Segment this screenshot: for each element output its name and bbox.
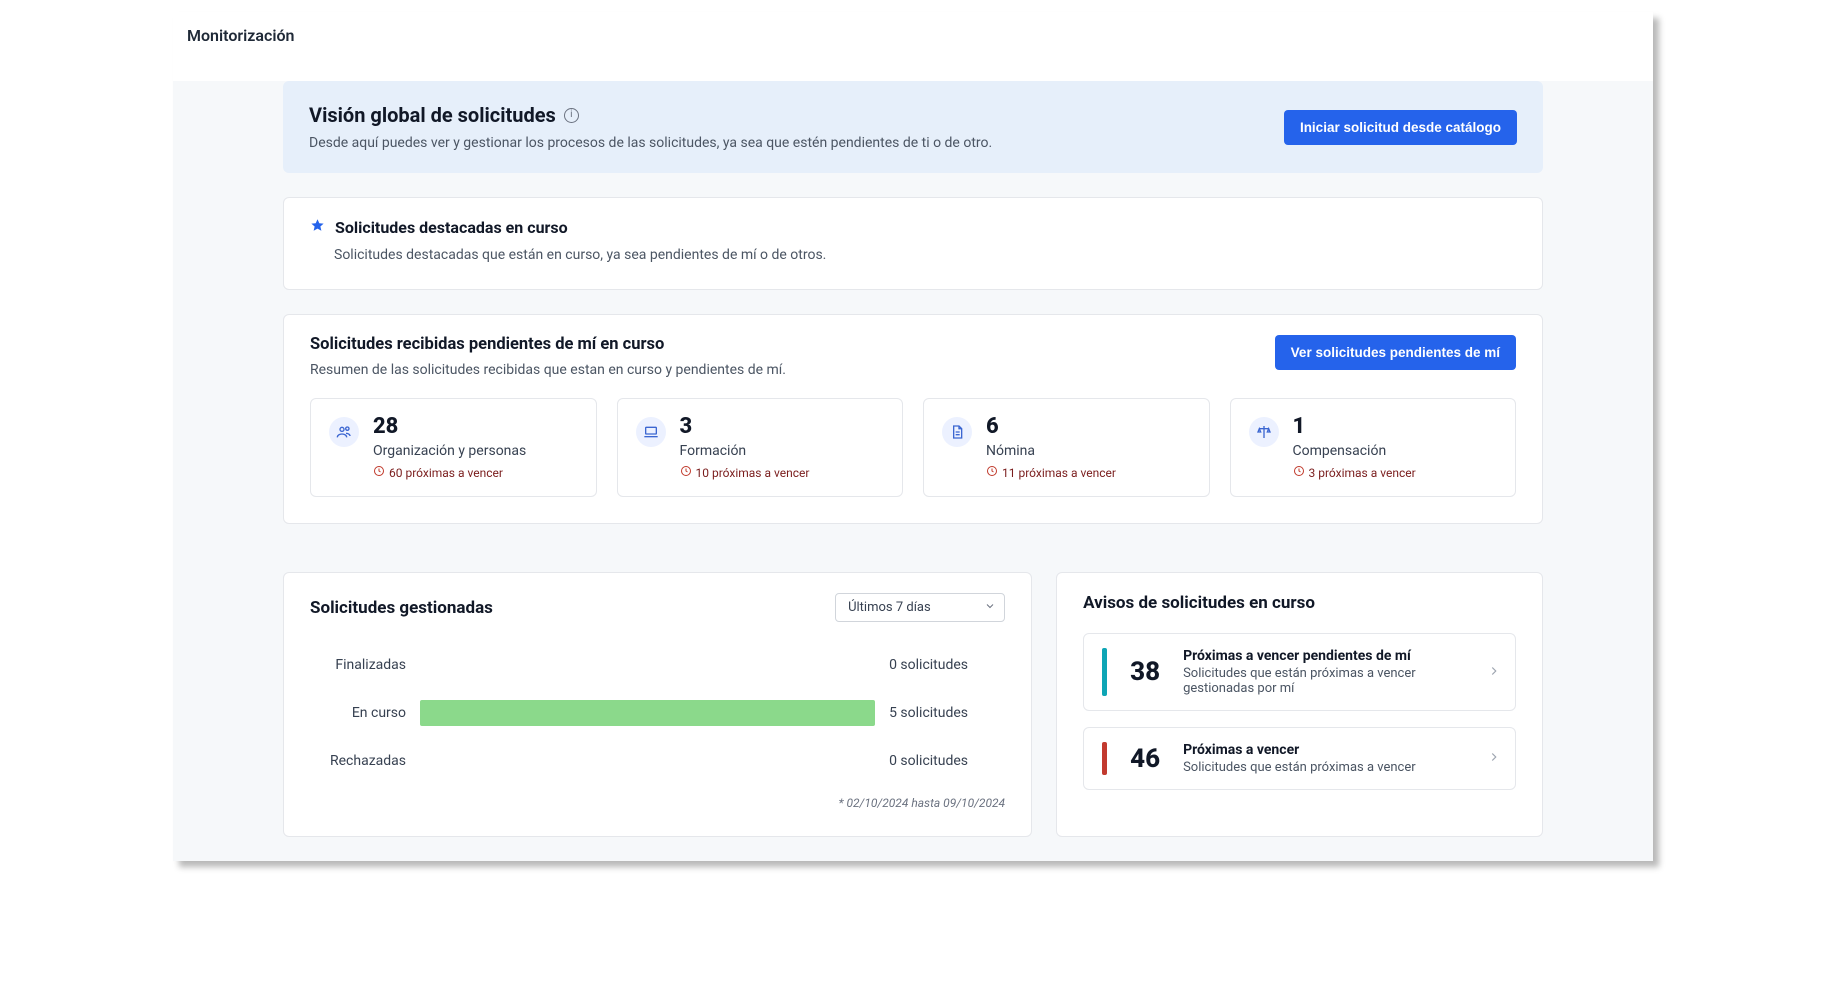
chevron-right-icon [1487, 663, 1501, 682]
managed-requests-card: Solicitudes gestionadas Últimos 7 días F… [283, 572, 1032, 837]
tile-warning-text: 60 próximas a vencer [389, 466, 503, 480]
tile-count: 28 [373, 415, 526, 439]
chevron-right-icon [1487, 749, 1501, 768]
banner-desc: Desde aquí puedes ver y gestionar los pr… [309, 135, 1284, 151]
people-icon [329, 417, 359, 447]
notice-accent-bar [1102, 648, 1107, 696]
view-pending-of-me-button[interactable]: Ver solicitudes pendientes de mí [1275, 335, 1516, 370]
bar-track [420, 748, 875, 774]
page-title: Monitorización [173, 12, 1653, 61]
chevron-down-icon [984, 600, 996, 616]
doc-icon [942, 417, 972, 447]
notice-item[interactable]: 46 Próximas a vencer Solicitudes que están… [1083, 727, 1516, 790]
featured-requests-card: Solicitudes destacadas en curso Solicitu… [283, 197, 1543, 290]
bar-row: Finalizadas 0 solicitudes [316, 652, 999, 678]
laptop-icon [636, 417, 666, 447]
bar-row: En curso 5 solicitudes [316, 700, 999, 726]
start-request-from-catalog-button[interactable]: Iniciar solicitud desde catálogo [1284, 110, 1517, 145]
balance-icon [1249, 417, 1279, 447]
tile-warning: 10 próximas a vencer [680, 465, 810, 480]
featured-title: Solicitudes destacadas en curso [335, 218, 568, 237]
bar-value: 5 solicitudes [889, 705, 999, 721]
clock-icon [373, 465, 385, 480]
notice-desc: Solicitudes que están próximas a vencer [1183, 760, 1471, 775]
star-icon [310, 218, 325, 237]
notice-title: Próximas a vencer [1183, 742, 1471, 758]
date-range-value: Últimos 7 días [848, 600, 931, 615]
bar-row: Rechazadas 0 solicitudes [316, 748, 999, 774]
tile-count: 6 [986, 415, 1116, 439]
notice-desc: Solicitudes que están próximas a vencer … [1183, 666, 1471, 696]
notice-accent-bar [1102, 742, 1107, 775]
clock-icon [986, 465, 998, 480]
bar-label: En curso [316, 705, 406, 721]
bar-label: Finalizadas [316, 657, 406, 673]
banner-title: Visión global de solicitudes [309, 103, 556, 127]
pending-tile[interactable]: 1 Compensación 3 próximas a vencer [1230, 398, 1517, 497]
managed-title: Solicitudes gestionadas [310, 598, 493, 618]
bar-track [420, 652, 875, 678]
chart-footnote: * 02/10/2024 hasta 09/10/2024 [310, 796, 1005, 810]
clock-icon [1293, 465, 1305, 480]
pending-tile[interactable]: 28 Organización y personas 60 próximas a v… [310, 398, 597, 497]
clock-icon [680, 465, 692, 480]
tile-label: Formación [680, 443, 810, 459]
bar-track [420, 700, 875, 726]
tile-label: Compensación [1293, 443, 1416, 459]
tile-warning-text: 10 próximas a vencer [696, 466, 810, 480]
pending-of-me-card: Solicitudes recibidas pendientes de mí e… [283, 314, 1543, 524]
bar-value: 0 solicitudes [889, 657, 999, 673]
bar-value: 0 solicitudes [889, 753, 999, 769]
pending-tile[interactable]: 6 Nómina 11 próximas a vencer [923, 398, 1210, 497]
bar-label: Rechazadas [316, 753, 406, 769]
tile-count: 3 [680, 415, 810, 439]
notice-title: Próximas a vencer pendientes de mí [1183, 648, 1471, 664]
notice-item[interactable]: 38 Próximas a vencer pendientes de mí Soli… [1083, 633, 1516, 711]
tile-warning: 60 próximas a vencer [373, 465, 526, 480]
notices-card: Avisos de solicitudes en curso 38 Próxima… [1056, 572, 1543, 837]
global-overview-banner: Visión global de solicitudes i Desde aqu… [283, 81, 1543, 173]
tile-count: 1 [1293, 415, 1416, 439]
tile-warning-text: 3 próximas a vencer [1309, 466, 1416, 480]
date-range-select[interactable]: Últimos 7 días [835, 593, 1005, 622]
pending-desc: Resumen de las solicitudes recibidas que… [310, 362, 786, 378]
tile-warning: 11 próximas a vencer [986, 465, 1116, 480]
tile-label: Organización y personas [373, 443, 526, 459]
tile-warning-text: 11 próximas a vencer [1002, 466, 1116, 480]
featured-desc: Solicitudes destacadas que están en curs… [334, 247, 1516, 263]
tile-warning: 3 próximas a vencer [1293, 465, 1416, 480]
bar-fill [420, 700, 875, 726]
info-icon[interactable]: i [564, 108, 579, 123]
pending-tile[interactable]: 3 Formación 10 próximas a vencer [617, 398, 904, 497]
notice-count: 38 [1123, 657, 1167, 687]
notices-title: Avisos de solicitudes en curso [1083, 593, 1516, 613]
notice-count: 46 [1123, 744, 1167, 774]
tile-label: Nómina [986, 443, 1116, 459]
pending-title: Solicitudes recibidas pendientes de mí e… [310, 335, 786, 354]
